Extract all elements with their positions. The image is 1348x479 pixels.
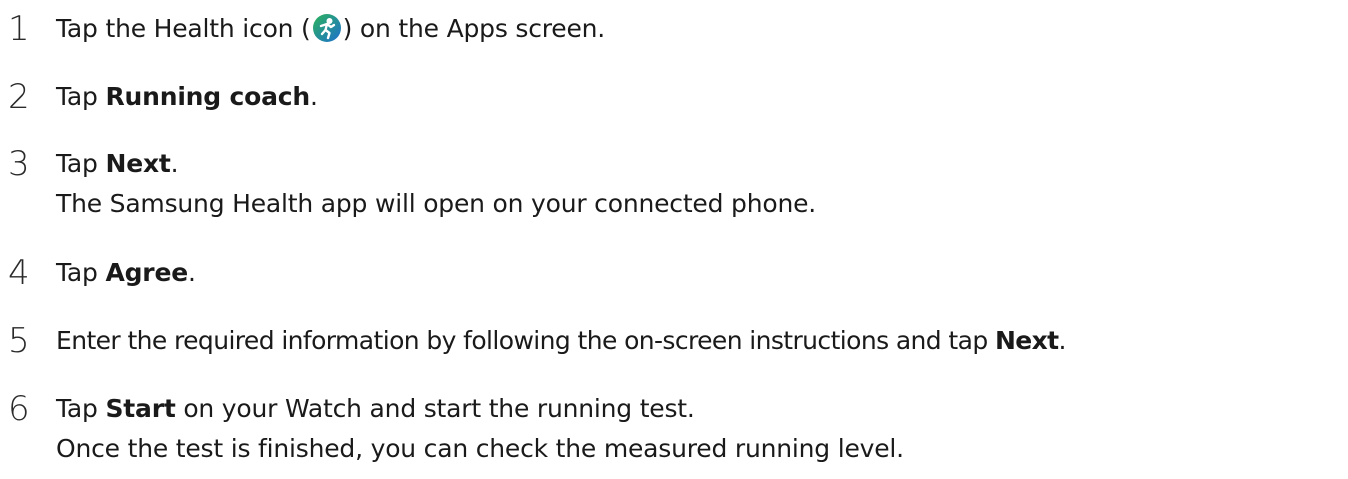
ui-term-next: Next	[105, 149, 171, 178]
step-number: 3	[8, 144, 30, 184]
step-text-part: Tap	[56, 258, 106, 287]
step-number: 2	[8, 77, 30, 117]
step-text-part: .	[170, 149, 179, 178]
step-number: 4	[8, 253, 30, 293]
step-text-part: Tap the Health icon (	[56, 14, 311, 43]
step-text-part: Tap	[56, 149, 106, 178]
ui-term-start: Start	[105, 394, 176, 423]
step-text: Tap Start on your Watch and start the ru…	[56, 390, 695, 428]
step-text-part: Tap	[56, 394, 106, 423]
step-number: 5	[8, 321, 30, 361]
step-text-part: on your Watch and start the running test…	[175, 394, 695, 423]
step-text-part: .	[309, 82, 318, 111]
step-text-part: .	[187, 258, 196, 287]
step-text: Tap Agree.	[56, 254, 196, 292]
step-text-part: ) on the Apps screen.	[342, 14, 606, 43]
step-text-part: .	[1058, 326, 1067, 355]
step-text: Tap Next.	[56, 145, 179, 183]
ui-term-agree: Agree	[105, 258, 188, 287]
step-text: Enter the required information by follow…	[56, 322, 1067, 360]
step-note: The Samsung Health app will open on your…	[56, 189, 817, 218]
health-app-icon	[312, 14, 341, 42]
step-note: Once the test is finished, you can check…	[56, 434, 904, 463]
step-text-part: Enter the required information by follow…	[56, 326, 995, 355]
step-number: 1	[8, 9, 30, 49]
ui-term-next: Next	[994, 326, 1059, 355]
step-text-part: Tap	[56, 82, 106, 111]
step-text: Tap the Health icon ( ) on the Apps scre…	[56, 10, 605, 48]
step-text: Tap Running coach.	[56, 78, 318, 116]
step-number: 6	[8, 389, 30, 429]
ui-term-running-coach: Running coach	[105, 82, 310, 111]
